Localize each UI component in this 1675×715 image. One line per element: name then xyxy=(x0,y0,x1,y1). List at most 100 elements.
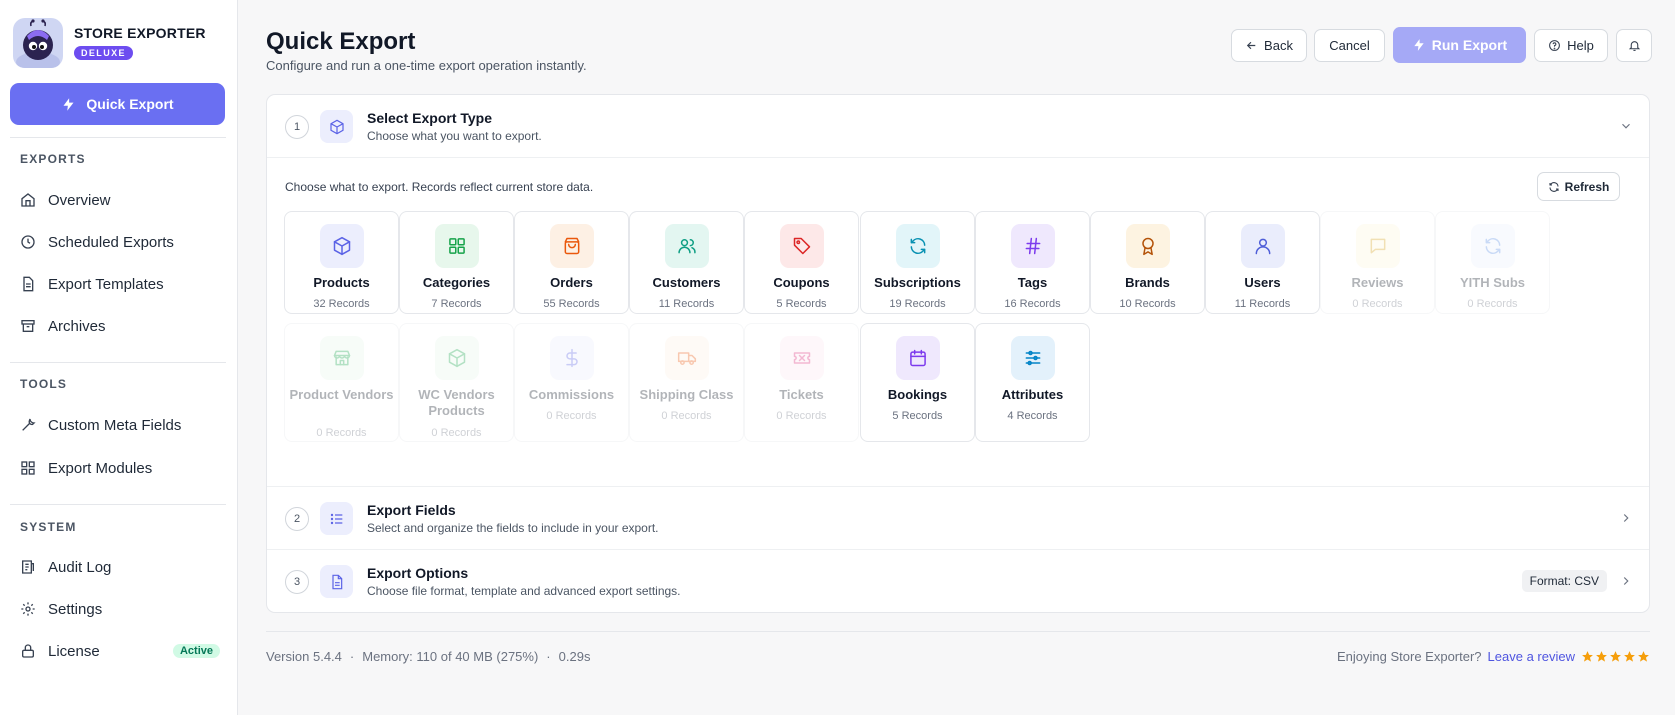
sidebar-item-audit-log[interactable]: Audit Log xyxy=(20,553,220,581)
mascot-logo xyxy=(13,18,63,68)
message-icon xyxy=(1370,238,1386,254)
main-content: Quick Export Configure and run a one-tim… xyxy=(238,0,1675,715)
sidebar-item-label: Settings xyxy=(48,600,103,618)
footer-divider xyxy=(266,631,1650,632)
export-type-name: Bookings xyxy=(887,387,948,402)
help-label: Help xyxy=(1567,38,1594,53)
export-type-users[interactable]: Users 11 Records xyxy=(1205,211,1320,314)
export-type-tickets[interactable]: Tickets 0 Records xyxy=(744,323,859,442)
export-type-shipping-class[interactable]: Shipping Class 0 Records xyxy=(629,323,744,442)
grid-icon xyxy=(21,461,35,475)
sidebar-item-custom-meta-fields[interactable]: Custom Meta Fields xyxy=(20,411,220,439)
export-type-description: Choose what to export. Records reflect c… xyxy=(285,180,594,194)
rating-stars[interactable] xyxy=(1581,650,1650,663)
notifications-button[interactable] xyxy=(1616,29,1652,62)
export-type-commissions[interactable]: Commissions 0 Records xyxy=(514,323,629,442)
chevron-right-icon xyxy=(1623,577,1629,585)
box-icon xyxy=(448,348,466,368)
export-type-count: 10 Records xyxy=(1119,298,1176,310)
step-select-export-type[interactable]: 1 Select Export Type Choose what you wan… xyxy=(267,95,1649,157)
export-type-reviews[interactable]: Reviews 0 Records xyxy=(1320,211,1435,314)
calendar-icon xyxy=(910,349,926,367)
tag-icon xyxy=(793,237,811,255)
star-icon[interactable] xyxy=(1595,650,1608,663)
bell-icon xyxy=(1628,41,1640,51)
export-type-brands[interactable]: Brands 10 Records xyxy=(1090,211,1205,314)
export-type-subscriptions[interactable]: Subscriptions 19 Records xyxy=(860,211,975,314)
export-type-customers[interactable]: Customers 11 Records xyxy=(629,211,744,314)
export-type-categories[interactable]: Categories 7 Records xyxy=(399,211,514,314)
export-type-count: 4 Records xyxy=(1007,410,1058,422)
truck-icon xyxy=(677,352,697,365)
chevron-right-icon xyxy=(1623,514,1629,522)
bag-icon xyxy=(564,237,580,255)
tile-icon-badge xyxy=(320,224,364,268)
tile-icon-badge xyxy=(550,224,594,268)
export-type-count: 0 Records xyxy=(431,427,482,439)
edition-badge: DELUXE xyxy=(74,46,133,60)
leave-review-link[interactable]: Leave a review xyxy=(1488,649,1575,664)
sidebar-item-archives[interactable]: Archives xyxy=(20,312,220,340)
export-type-count: 32 Records xyxy=(313,298,370,310)
sidebar-item-settings[interactable]: Settings xyxy=(20,595,220,623)
sidebar-item-scheduled-exports[interactable]: Scheduled Exports xyxy=(20,228,220,256)
separator-dot: · xyxy=(349,649,355,664)
star-icon[interactable] xyxy=(1581,650,1594,663)
sidebar-item-overview[interactable]: Overview xyxy=(20,186,220,214)
step-export-fields[interactable]: 2 Export Fields Select and organize the … xyxy=(267,487,1649,549)
export-type-name: Customers xyxy=(652,275,721,290)
bolt-icon xyxy=(63,97,74,111)
cancel-button[interactable]: Cancel xyxy=(1314,29,1385,62)
star-icon[interactable] xyxy=(1623,650,1636,663)
step-export-options[interactable]: 3 Export Options Choose file format, tem… xyxy=(267,550,1649,612)
sidebar-item-label: Custom Meta Fields xyxy=(48,416,182,434)
clock-icon xyxy=(21,235,35,249)
run-export-button[interactable]: Run Export xyxy=(1393,27,1526,63)
export-type-wc-vendors-products[interactable]: WC Vendors Products 0 Records xyxy=(399,323,514,442)
export-type-count: 55 Records xyxy=(543,298,600,310)
export-type-name: Orders xyxy=(550,275,593,290)
export-type-orders[interactable]: Orders 55 Records xyxy=(514,211,629,314)
sidebar-item-export-templates[interactable]: Export Templates xyxy=(20,270,220,298)
export-type-bookings[interactable]: Bookings 5 Records xyxy=(860,323,975,442)
user-icon xyxy=(1255,238,1271,255)
export-type-tags[interactable]: Tags 16 Records xyxy=(975,211,1090,314)
step-icon xyxy=(320,565,353,598)
help-button[interactable]: Help xyxy=(1534,29,1608,62)
star-icon[interactable] xyxy=(1609,650,1622,663)
export-type-yith-subs[interactable]: YITH Subs 0 Records xyxy=(1435,211,1550,314)
help-icon xyxy=(1549,40,1561,51)
export-type-name: Reviews xyxy=(1351,275,1404,290)
sidebar-item-license[interactable]: License Active xyxy=(20,637,220,665)
separator-dot: · xyxy=(546,649,551,664)
sidebar: STORE EXPORTER DELUXE Quick Export EXPOR… xyxy=(0,0,238,715)
sidebar-item-export-modules[interactable]: Export Modules xyxy=(20,454,220,482)
export-type-attributes[interactable]: Attributes 4 Records xyxy=(975,323,1090,442)
page-title: Quick Export xyxy=(266,28,416,55)
star-icon[interactable] xyxy=(1637,650,1650,663)
export-type-name: Shipping Class xyxy=(639,387,734,402)
time-text: 0.29s xyxy=(558,649,591,664)
refresh-button[interactable]: Refresh xyxy=(1537,172,1620,201)
dollar-icon xyxy=(566,348,578,368)
tile-icon-badge xyxy=(665,224,709,268)
export-type-products[interactable]: Products 32 Records xyxy=(284,211,399,314)
back-label: Back xyxy=(1264,38,1293,53)
divider xyxy=(10,504,226,505)
refresh-icon xyxy=(1549,181,1559,192)
export-type-product-vendors[interactable]: Product Vendors 0 Records xyxy=(284,323,399,442)
export-type-name: Categories xyxy=(422,275,491,290)
export-type-count: 7 Records xyxy=(431,298,482,310)
export-type-count: 16 Records xyxy=(1004,298,1061,310)
export-type-name: Attributes xyxy=(1001,387,1064,402)
tile-icon-badge xyxy=(1241,224,1285,268)
export-type-count: 11 Records xyxy=(658,298,715,310)
tile-icon-badge xyxy=(780,224,824,268)
tile-icon-badge xyxy=(1356,224,1400,268)
export-type-count: 5 Records xyxy=(776,298,827,310)
section-label-exports: EXPORTS xyxy=(20,152,86,166)
export-type-coupons[interactable]: Coupons 5 Records xyxy=(744,211,859,314)
divider xyxy=(267,157,1649,158)
back-button[interactable]: Back xyxy=(1231,29,1307,62)
quick-export-button[interactable]: Quick Export xyxy=(10,83,225,125)
